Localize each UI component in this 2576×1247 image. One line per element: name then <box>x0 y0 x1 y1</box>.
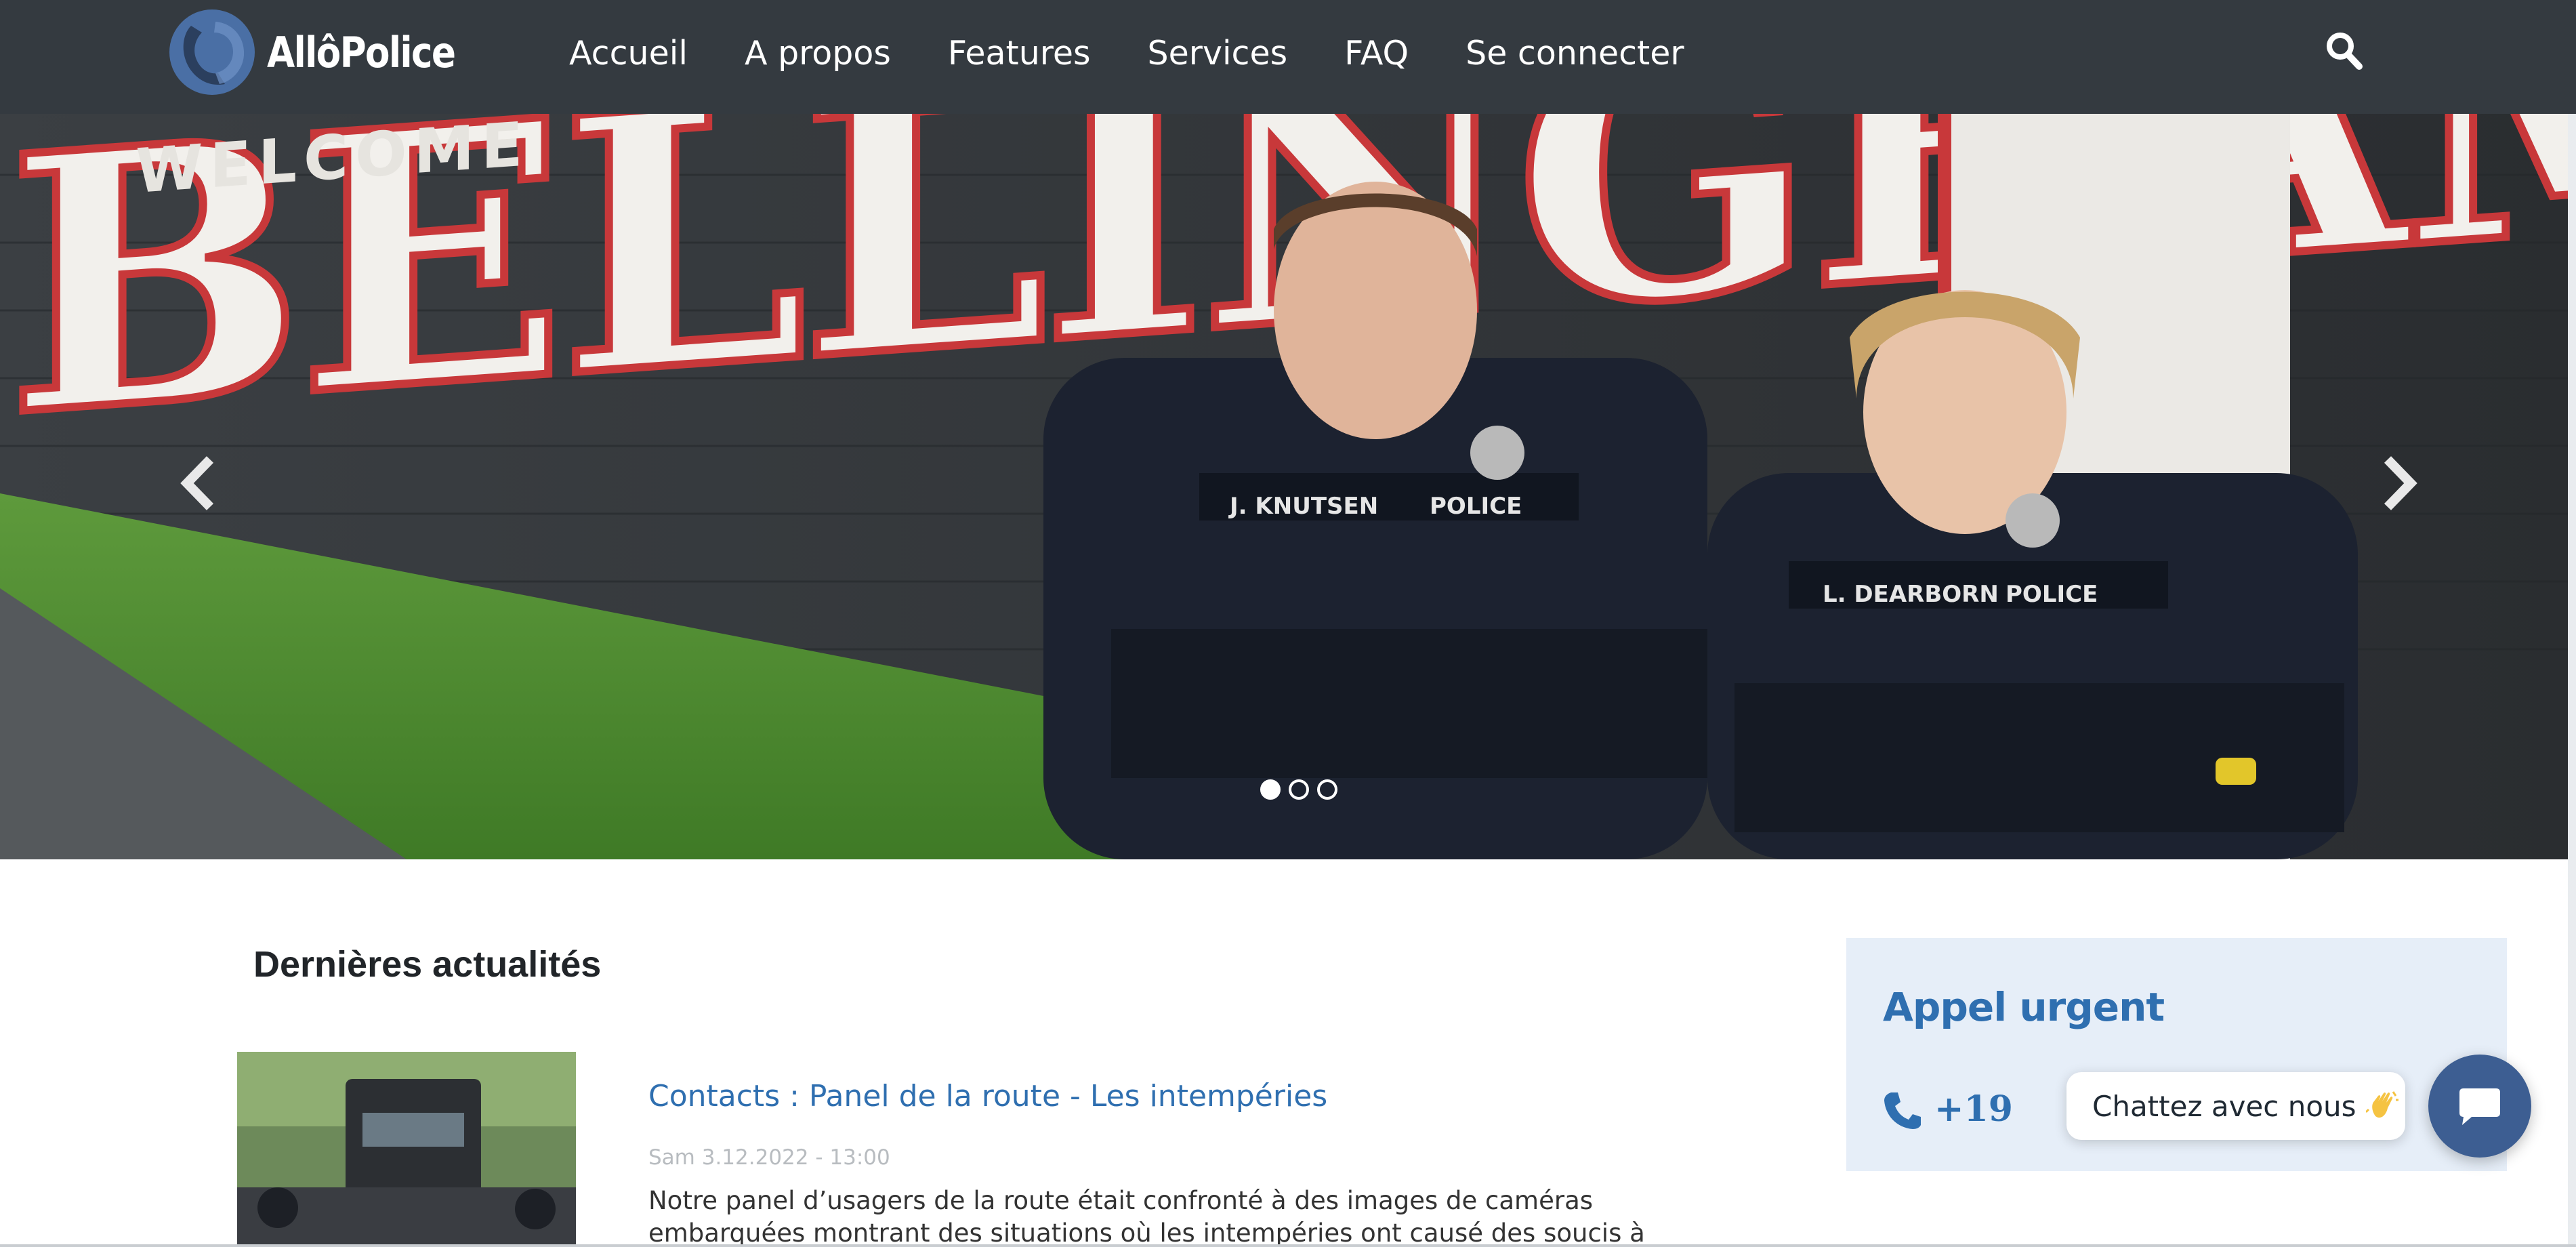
phone-icon <box>1884 1092 1921 1129</box>
nav-services[interactable]: Services <box>1148 28 1288 79</box>
nav-features[interactable]: Features <box>948 28 1091 79</box>
chat-prompt-text: Chattez avec nous <box>2092 1089 2356 1123</box>
urgent-phone-number[interactable]: +19 <box>1934 1088 2013 1130</box>
news-section-title: Dernières actualités <box>253 944 602 985</box>
carousel-dot-1[interactable] <box>1260 779 1281 800</box>
nav-se-connecter[interactable]: Se connecter <box>1466 28 1684 79</box>
news-item-title[interactable]: Contacts : Panel de la route - Les intem… <box>648 1079 1327 1113</box>
badge-right-role: POLICE <box>2006 581 2098 608</box>
search-button[interactable] <box>2325 31 2363 72</box>
carousel-dot-2[interactable] <box>1289 779 1309 800</box>
carousel-next-button[interactable] <box>2371 446 2426 520</box>
viewport-bottom-divider <box>0 1244 2576 1247</box>
badge-left-role: POLICE <box>1430 493 1522 520</box>
nav-faq[interactable]: FAQ <box>1344 28 1409 79</box>
carousel-indicators <box>1260 779 1337 800</box>
search-icon <box>2327 33 2363 70</box>
hero-carousel: BELLINGHAM WELCOME J. KNUTSEN POLICE L. … <box>0 114 2576 859</box>
chevron-right-icon <box>2384 456 2417 510</box>
chat-icon <box>2459 1088 2500 1125</box>
hero-image: BELLINGHAM WELCOME J. KNUTSEN POLICE L. … <box>0 114 2576 859</box>
nav-a-propos[interactable]: A propos <box>745 28 891 79</box>
nav-accueil[interactable]: Accueil <box>569 28 688 79</box>
page-scrollbar[interactable] <box>2568 114 2576 1247</box>
top-navbar: AllôPolice Accueil A propos Features Ser… <box>0 0 2576 114</box>
news-item-date: Sam 3.12.2022 - 13:00 <box>648 1145 890 1170</box>
urgent-call-title: Appel urgent <box>1883 984 2165 1030</box>
main-nav: Accueil A propos Features Services FAQ S… <box>569 28 1741 79</box>
open-chat-button[interactable] <box>2428 1055 2531 1158</box>
badge-right-name: L. DEARBORN <box>1823 581 1999 608</box>
waving-hand-icon <box>2365 1091 2398 1118</box>
badge-left-name: J. KNUTSEN <box>1228 493 1378 520</box>
news-item-excerpt: Notre panel d’usagers de la route était … <box>648 1186 1645 1247</box>
news-thumbnail-image <box>237 1052 576 1247</box>
news-thumbnail[interactable] <box>237 1052 576 1247</box>
chat-prompt-bubble[interactable]: Chattez avec nous <box>2066 1072 2405 1140</box>
carousel-prev-button[interactable] <box>172 446 226 520</box>
chevron-left-icon <box>180 456 214 510</box>
carousel-dot-3[interactable] <box>1317 779 1337 800</box>
brand-name: AllôPolice <box>267 27 456 77</box>
allopolice-logo-icon <box>169 9 255 95</box>
brand-home-link[interactable]: AllôPolice <box>168 8 485 96</box>
